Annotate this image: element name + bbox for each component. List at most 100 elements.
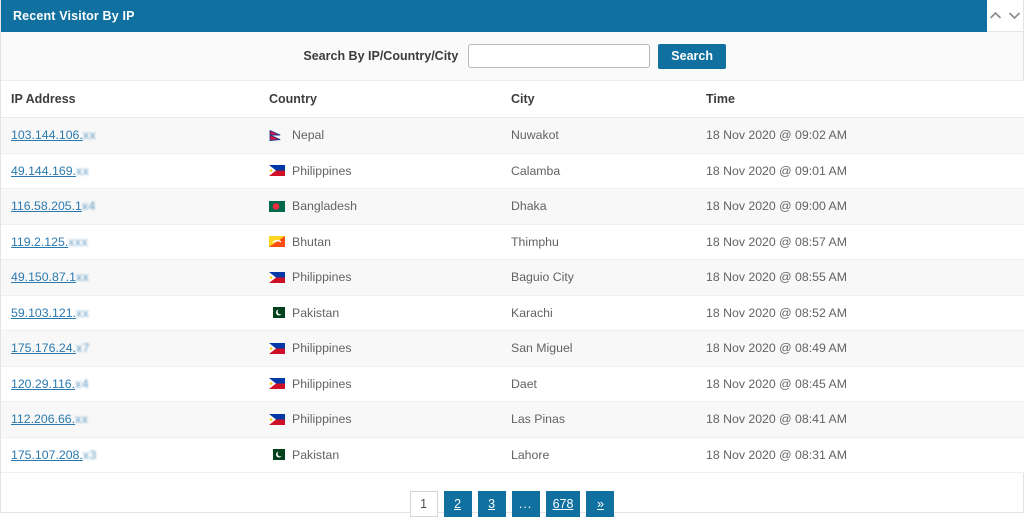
table-row: 112.206.66.xx Philippines Las Pinas 18 Nov … [1, 401, 1024, 438]
cell-ip-address: 175.107.208.x3 [1, 437, 265, 473]
pagination-next-button[interactable]: » [586, 491, 615, 517]
country-name: Bhutan [292, 234, 331, 249]
cell-ip-address: 59.103.121.xx [1, 295, 265, 331]
ip-address-masked-octet: xx [75, 305, 90, 320]
table-row: 116.58.205.1x4 Bangladesh Dhaka 18 Nov 2020… [1, 188, 1024, 225]
table-row: 59.103.121.xx Pakistan Karachi 18 Nov 2020 … [1, 295, 1024, 331]
cell-city: Daet [508, 366, 704, 402]
country-name: Philippines [292, 341, 352, 356]
cell-city: Las Pinas [508, 401, 704, 438]
country-cell: Philippines [269, 164, 508, 178]
ip-address-link[interactable]: 116.58.205.1x4 [11, 199, 96, 213]
table-row: 175.107.208.x3 Pakistan Lahore 18 Nov 2020 … [1, 437, 1024, 473]
ip-address-link[interactable]: 49.144.169.xx [11, 164, 89, 178]
cell-country: Philippines [265, 259, 508, 296]
ip-address-link[interactable]: 175.176.24.x7 [11, 341, 90, 355]
visitor-table: IP Address Country City Time 103.144.106… [1, 81, 1024, 473]
country-name: Pakistan [292, 447, 340, 462]
country-name: Pakistan [292, 305, 340, 320]
country-cell: Philippines [269, 377, 508, 391]
ip-address-masked-octet: xx [75, 412, 89, 427]
pagination-page-2[interactable]: 2 [443, 491, 472, 517]
table-row: 175.176.24.x7 Philippines San Miguel 18 Nov… [1, 330, 1024, 367]
flag-philippines-icon [269, 378, 285, 390]
ip-address-masked-octet: xx [82, 128, 97, 143]
ip-address-masked-octet: x3 [82, 447, 97, 462]
search-button[interactable]: Search [658, 43, 726, 69]
ip-address-masked-octet: xxx [68, 234, 89, 249]
flag-philippines-icon [269, 413, 285, 425]
ip-address-masked-octet: x4 [75, 376, 90, 391]
flag-nepal-icon [269, 129, 285, 141]
cell-country: Philippines [265, 153, 508, 189]
cell-time: 18 Nov 2020 @ 08:45 AM [704, 366, 1024, 402]
table-row: 49.150.87.1xx Philippines Baguio City 18 No… [1, 259, 1024, 296]
cell-time: 18 Nov 2020 @ 09:00 AM [704, 188, 1024, 225]
cell-city: Nuwakot [508, 117, 704, 154]
cell-city: Dhaka [508, 188, 704, 225]
cell-time: 18 Nov 2020 @ 08:31 AM [704, 437, 1024, 473]
chevron-up-icon[interactable] [988, 8, 1003, 23]
pagination-page-3[interactable]: 3 [477, 491, 506, 517]
ip-address-masked-octet: xx [75, 270, 90, 285]
pagination: 1 2 3... 678» [1, 473, 1023, 517]
country-name: Bangladesh [292, 199, 357, 214]
cell-time: 18 Nov 2020 @ 09:02 AM [704, 117, 1024, 154]
recent-visitor-widget: Recent Visitor By IP Search By IP/Countr… [0, 0, 1024, 517]
cell-ip-address: 119.2.125.xxx [1, 224, 265, 260]
cell-city: Calamba [508, 153, 704, 189]
pagination-ellipsis: ... [511, 491, 540, 517]
widget-header: Recent Visitor By IP [1, 0, 1023, 32]
country-name: Philippines [292, 412, 352, 427]
ip-address-masked-octet: x4 [81, 199, 96, 214]
cell-time: 18 Nov 2020 @ 08:52 AM [704, 295, 1024, 331]
cell-city: Thimphu [508, 224, 704, 260]
cell-ip-address: 116.58.205.1x4 [1, 188, 265, 225]
ip-address-link[interactable]: 59.103.121.xx [11, 306, 89, 320]
flag-pakistan-icon [269, 307, 285, 319]
ip-address-link[interactable]: 103.144.106.xx [11, 128, 96, 142]
ip-address-link[interactable]: 112.206.66.xx [11, 412, 88, 426]
table-row: 120.29.116.x4 Philippines Daet 18 Nov 2020 … [1, 366, 1024, 402]
widget-header-tools [987, 0, 1023, 32]
country-cell: Philippines [269, 412, 508, 426]
search-bar: Search By IP/Country/City Search [1, 32, 1023, 81]
cell-ip-address: 120.29.116.x4 [1, 366, 265, 402]
cell-city: Lahore [508, 437, 704, 473]
cell-ip-address: 49.150.87.1xx [1, 259, 265, 296]
cell-time: 18 Nov 2020 @ 08:49 AM [704, 330, 1024, 367]
search-input[interactable] [468, 44, 651, 68]
flag-philippines-icon [269, 342, 285, 354]
table-row: 103.144.106.xx Nepal Nuwakot 18 Nov 2020 @ … [1, 117, 1024, 154]
flag-bhutan-icon [269, 236, 285, 248]
ip-address-link[interactable]: 175.107.208.x3 [11, 448, 97, 462]
widget-header-bar: Recent Visitor By IP [1, 0, 987, 32]
cell-country: Philippines [265, 330, 508, 367]
table-row: 49.144.169.xx Philippines Calamba 18 Nov 20… [1, 153, 1024, 189]
cell-country: Bangladesh [265, 188, 508, 225]
table-body: 103.144.106.xx Nepal Nuwakot 18 Nov 2020 @ … [1, 117, 1024, 473]
ip-address-link[interactable]: 119.2.125.xxx [11, 235, 88, 249]
column-header-time: Time [704, 81, 1024, 118]
country-name: Nepal [292, 128, 325, 143]
pagination-page-678[interactable]: 678 [545, 491, 581, 517]
country-cell: Pakistan [269, 448, 508, 462]
column-header-country: Country [265, 81, 508, 118]
ip-address-link[interactable]: 120.29.116.x4 [11, 377, 89, 391]
table-row: 119.2.125.xxx Bhutan Thimphu 18 Nov 2020 @ … [1, 224, 1024, 260]
cell-time: 18 Nov 2020 @ 09:01 AM [704, 153, 1024, 189]
ip-address-masked-octet: xx [75, 163, 90, 178]
cell-ip-address: 103.144.106.xx [1, 117, 265, 154]
cell-time: 18 Nov 2020 @ 08:55 AM [704, 259, 1024, 296]
cell-country: Philippines [265, 366, 508, 402]
country-cell: Pakistan [269, 306, 508, 320]
cell-city: Karachi [508, 295, 704, 331]
ip-address-link[interactable]: 49.150.87.1xx [11, 270, 89, 284]
visitor-table-wrap: IP Address Country City Time 103.144.106… [1, 81, 1024, 473]
chevron-down-icon[interactable] [1007, 8, 1022, 23]
country-cell: Nepal [269, 128, 508, 142]
flag-philippines-icon [269, 271, 285, 283]
cell-country: Pakistan [265, 295, 508, 331]
pagination-page-1: 1 [409, 491, 438, 517]
flag-bangladesh-icon [269, 200, 285, 212]
